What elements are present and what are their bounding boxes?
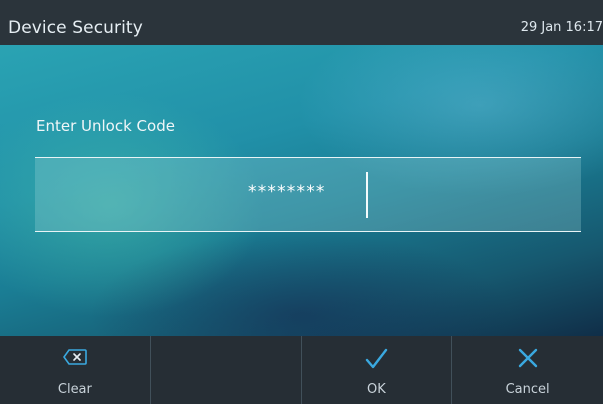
page-title: Device Security — [8, 18, 143, 38]
date-time: 29 Jan 16:17 — [520, 20, 603, 35]
device-screen: Device Security 29 Jan 16:17 Enter Unloc… — [0, 0, 603, 404]
backspace-icon — [62, 349, 87, 369]
unlock-panel: Enter Unlock Code ******** — [0, 45, 603, 336]
text-cursor — [366, 172, 368, 218]
cancel-button-label: Cancel — [505, 382, 550, 397]
x-icon — [517, 347, 539, 373]
softkey-bar: Clear OK Cancel — [0, 336, 603, 404]
empty-softkey[interactable] — [151, 336, 302, 404]
unlock-code-value: ******** — [248, 182, 326, 202]
ok-button-label: OK — [366, 382, 386, 397]
clear-button[interactable]: Clear — [0, 336, 151, 404]
unlock-code-field[interactable]: ******** — [35, 157, 581, 232]
unlock-prompt: Enter Unlock Code — [36, 117, 175, 135]
clear-button-label: Clear — [57, 382, 92, 397]
checkmark-icon — [364, 347, 388, 375]
cancel-button[interactable]: Cancel — [452, 336, 603, 404]
ok-button[interactable]: OK — [302, 336, 453, 404]
title-bar: Device Security 29 Jan 16:17 — [0, 0, 603, 45]
